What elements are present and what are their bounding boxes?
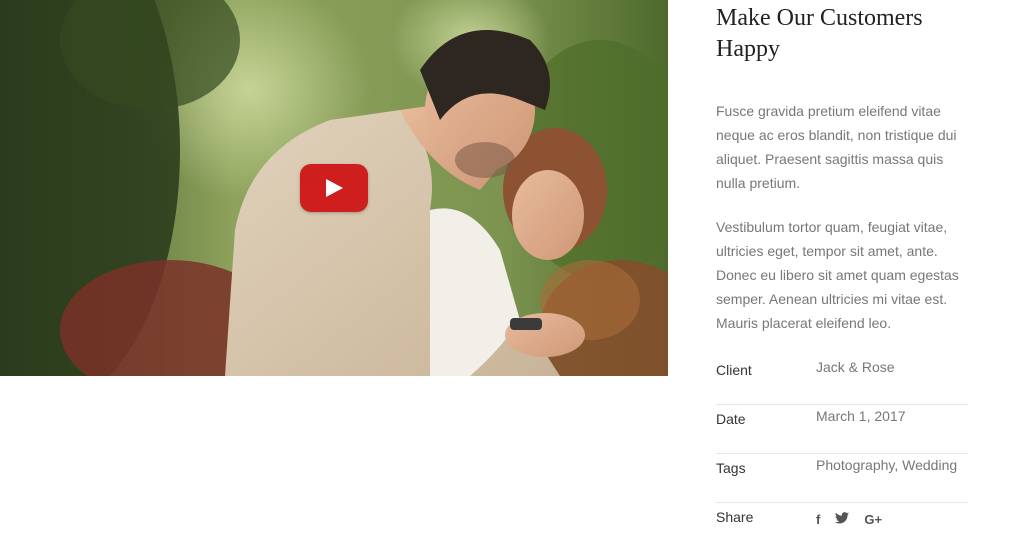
tags-label: Tags [716,460,746,476]
project-description-2: Vestibulum tortor quam, feugiat vitae, u… [716,219,959,331]
youtube-play-icon [326,179,343,197]
client-value: Jack & Rose [816,359,895,375]
share-icons: f G+ [816,512,882,528]
meta-row-tags: Tags Photography, Wedding [716,453,968,503]
facebook-icon[interactable]: f [816,513,820,527]
google-plus-icon[interactable]: G+ [864,513,882,527]
date-value: March 1, 2017 [816,408,906,424]
tags-value: Photography, Wedding [816,457,957,473]
twitter-icon[interactable] [835,512,850,528]
project-video[interactable] [0,0,668,376]
video-play-button[interactable] [300,164,368,212]
date-label: Date [716,411,746,427]
meta-row-client: Client Jack & Rose [716,355,968,405]
project-description-1: Fusce gravida pretium eleifend vitae neq… [716,103,957,191]
meta-row-share: Share f G+ [716,502,968,551]
share-label: Share [716,509,754,525]
tag-separator: , [894,457,903,473]
project-title: Make Our Customers Happy [716,5,923,62]
tag-link-wedding[interactable]: Wedding [902,457,957,473]
tag-link-photography[interactable]: Photography [816,457,894,473]
meta-row-date: Date March 1, 2017 [716,404,968,454]
client-label: Client [716,362,752,378]
